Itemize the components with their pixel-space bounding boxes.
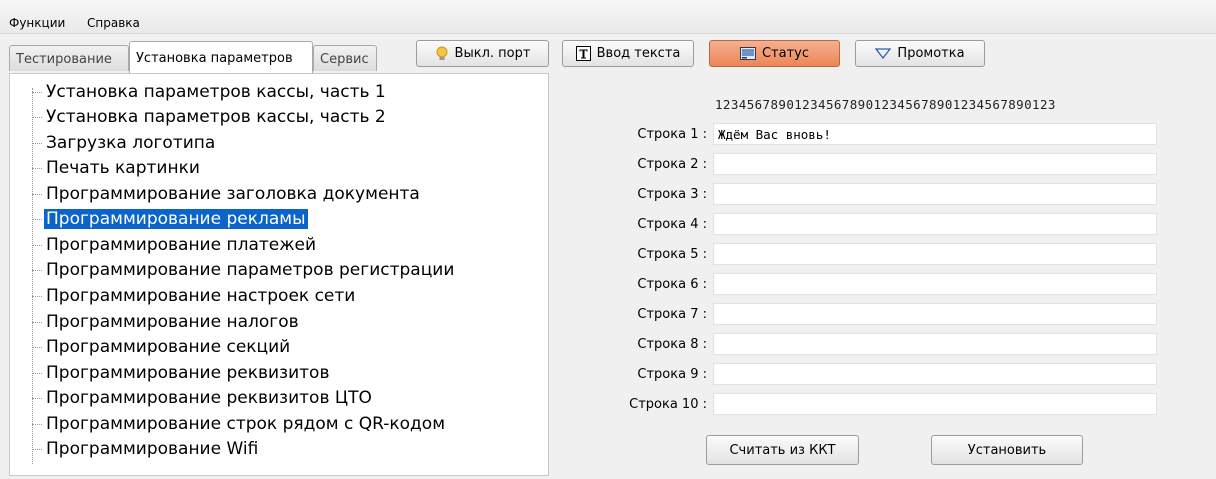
chevron-down-icon: [875, 48, 892, 59]
line-2-input[interactable]: [713, 153, 1157, 175]
menu-functions[interactable]: Функции: [9, 16, 65, 30]
line-10-input[interactable]: [713, 393, 1157, 415]
tree-item-label: Программирование строк рядом с QR-кодом: [46, 414, 446, 434]
text-input-button[interactable]: Ввод текста: [562, 40, 694, 67]
text-box-icon: [575, 46, 591, 61]
tab-service[interactable]: Сервис: [313, 45, 377, 71]
tree-item-label: Установка параметров кассы, часть 1: [46, 82, 386, 102]
port-off-button[interactable]: Выкл. порт: [416, 40, 549, 67]
line-label: Строка 7 :: [637, 307, 707, 322]
tree-guide-line: [32, 88, 33, 464]
menu-bar: Функции Справка: [0, 0, 1216, 34]
menu-help[interactable]: Справка: [87, 16, 140, 30]
monitor-icon: [739, 47, 756, 60]
tree-item-label: Программирование параметров регистрации: [46, 260, 455, 280]
line-9-input[interactable]: [713, 363, 1157, 385]
read-from-kkt-button[interactable]: Считать из ККТ: [706, 435, 859, 465]
read-from-kkt-label: Считать из ККТ: [729, 442, 836, 458]
tree-item-label: Программирование настроек сети: [46, 286, 356, 306]
set-label: Установить: [967, 442, 1047, 458]
line-label: Строка 8 :: [637, 337, 707, 352]
line-6-input[interactable]: [713, 273, 1157, 295]
tree-item-label: Установка параметров кассы, часть 2: [46, 107, 386, 127]
character-ruler: 1234567890123456789012345678901234567890…: [715, 97, 1056, 112]
line-3-input[interactable]: [713, 183, 1157, 205]
line-label: Строка 5 :: [637, 247, 707, 262]
tab-parameters[interactable]: Установка параметров: [129, 41, 313, 73]
tree-item-label: Программирование налогов: [46, 312, 299, 332]
set-button[interactable]: Установить: [931, 435, 1083, 465]
line-4-input[interactable]: [713, 213, 1157, 235]
line-label: Строка 2 :: [637, 157, 707, 172]
tree-item-label: Программирование рекламы: [44, 209, 308, 229]
status-button[interactable]: Статус: [709, 40, 840, 67]
settings-tree[interactable]: Установка параметров кассы, часть 1 Уста…: [9, 73, 549, 476]
line-label: Строка 1 :: [637, 127, 707, 142]
ad-form-panel: 1234567890123456789012345678901234567890…: [555, 80, 1207, 472]
line-label: Строка 3 :: [637, 187, 707, 202]
tree-item-label: Печать картинки: [46, 158, 200, 178]
line-7-input[interactable]: [713, 303, 1157, 325]
line-5-input[interactable]: [713, 243, 1157, 265]
tree-item-label: Программирование Wifi: [46, 439, 259, 459]
feed-button[interactable]: Промотка: [855, 40, 985, 67]
tree-item-label: Программирование реквизитов: [46, 363, 330, 383]
port-off-label: Выкл. порт: [454, 46, 531, 61]
tree-item-label: Загрузка логотипа: [46, 133, 216, 153]
line-label: Строка 6 :: [637, 277, 707, 292]
line-label: Строка 9 :: [637, 367, 707, 382]
tab-testing[interactable]: Тестирование: [9, 45, 129, 71]
line-label: Строка 10 :: [629, 397, 707, 412]
tree-item-label: Программирование платежей: [46, 235, 317, 255]
tree-item-label: Программирование секций: [46, 337, 291, 357]
text-input-label: Ввод текста: [596, 46, 681, 61]
status-label: Статус: [761, 46, 810, 61]
feed-label: Промотка: [897, 46, 965, 61]
line-1-input[interactable]: [713, 123, 1157, 145]
lightbulb-icon: [435, 46, 449, 62]
tree-item-label: Программирование заголовка документа: [46, 184, 420, 204]
tree-item-label: Программирование реквизитов ЦТО: [46, 388, 372, 408]
line-label: Строка 4 :: [637, 217, 707, 232]
line-8-input[interactable]: [713, 333, 1157, 355]
